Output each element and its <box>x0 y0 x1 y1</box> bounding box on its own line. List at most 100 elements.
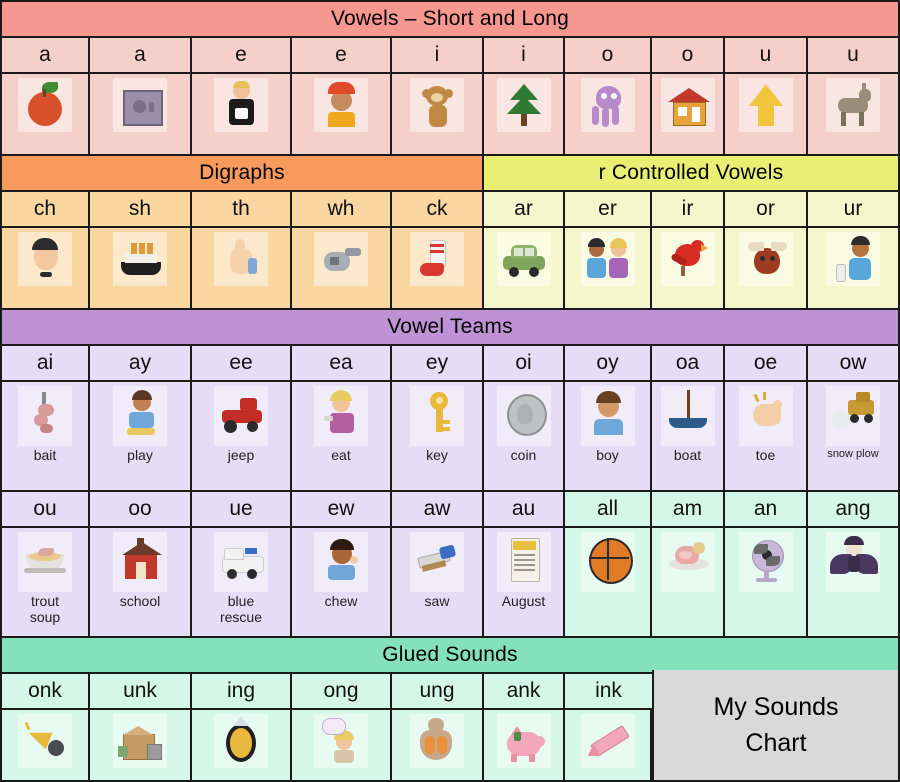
letter-cell-ong[interactable]: ong <box>292 674 392 710</box>
saw-icon <box>410 532 464 592</box>
letter-cell-a[interactable]: a <box>90 38 192 74</box>
letter-cell-sh[interactable]: sh <box>90 192 192 228</box>
picture-cell-ay[interactable]: play <box>90 382 192 492</box>
letter-cell-ung[interactable]: ung <box>392 674 484 710</box>
picture-cell-ar[interactable] <box>484 228 565 310</box>
picture-cell-ew[interactable]: chew <box>292 528 392 638</box>
picture-cell-a[interactable] <box>2 74 90 156</box>
picture-cell-aw[interactable]: saw <box>392 528 484 638</box>
letter-cell-ew[interactable]: ew <box>292 492 392 528</box>
letter-cell-unk[interactable]: unk <box>90 674 192 710</box>
letter-cell-ai[interactable]: ai <box>2 346 90 382</box>
letter-cell-o[interactable]: o <box>565 38 652 74</box>
picture-cell-am[interactable] <box>652 528 725 638</box>
picture-cell-ai[interactable]: bait <box>2 382 90 492</box>
picture-cell-ea[interactable]: eat <box>292 382 392 492</box>
letter-cell-ea[interactable]: ea <box>292 346 392 382</box>
letter-cell-ink[interactable]: ink <box>565 674 652 710</box>
picture-cell-o[interactable] <box>565 74 652 156</box>
letter-cell-er[interactable]: er <box>565 192 652 228</box>
letter-cell-wh[interactable]: wh <box>292 192 392 228</box>
letter-cell-oy[interactable]: oy <box>565 346 652 382</box>
letter-cell-i[interactable]: i <box>484 38 565 74</box>
picture-cell-er[interactable] <box>565 228 652 310</box>
letter-cell-am[interactable]: am <box>652 492 725 528</box>
picture-cell-oy[interactable]: boy <box>565 382 652 492</box>
picture-cell-oe[interactable]: toe <box>725 382 808 492</box>
letter-cell-ir[interactable]: ir <box>652 192 725 228</box>
letter-cell-aw[interactable]: aw <box>392 492 484 528</box>
letter-cell-ank[interactable]: ank <box>484 674 565 710</box>
letter-cell-e[interactable]: e <box>292 38 392 74</box>
letter-cell-all[interactable]: all <box>565 492 652 528</box>
letter-cell-u[interactable]: u <box>725 38 808 74</box>
letter-cell-ue[interactable]: ue <box>192 492 292 528</box>
picture-cell-ue[interactable]: blue rescue <box>192 528 292 638</box>
picture-cell-ang[interactable] <box>808 528 898 638</box>
picture-cell-ow[interactable]: snow plow <box>808 382 898 492</box>
picture-cell-ung[interactable] <box>392 710 484 780</box>
letter-cell-ur[interactable]: ur <box>808 192 898 228</box>
letter-cell-ey[interactable]: ey <box>392 346 484 382</box>
letter-cell-onk[interactable]: onk <box>2 674 90 710</box>
picture-cell-ing[interactable] <box>192 710 292 780</box>
picture-cell-unk[interactable] <box>90 710 192 780</box>
letter-cell-e[interactable]: e <box>192 38 292 74</box>
letter-cell-ee[interactable]: ee <box>192 346 292 382</box>
picture-cell-ch[interactable] <box>2 228 90 310</box>
letter-cell-th[interactable]: th <box>192 192 292 228</box>
picture-cell-or[interactable] <box>725 228 808 310</box>
letter-cell-u[interactable]: u <box>808 38 898 74</box>
letter-cell-ing[interactable]: ing <box>192 674 292 710</box>
picture-cell-u[interactable] <box>725 74 808 156</box>
picture-cell-e[interactable] <box>192 74 292 156</box>
letter-cell-oi[interactable]: oi <box>484 346 565 382</box>
picture-cell-oa[interactable]: boat <box>652 382 725 492</box>
picture-cell-u[interactable] <box>808 74 898 156</box>
picture-cell-all[interactable] <box>565 528 652 638</box>
picture-cell-onk[interactable] <box>2 710 90 780</box>
picture-word-label: trout soup <box>29 593 61 625</box>
picture-cell-e[interactable] <box>292 74 392 156</box>
picture-cell-ou[interactable]: trout soup <box>2 528 90 638</box>
picture-cell-ink[interactable] <box>565 710 652 780</box>
letter-cell-au[interactable]: au <box>484 492 565 528</box>
picture-cell-wh[interactable] <box>292 228 392 310</box>
letter-cell-an[interactable]: an <box>725 492 808 528</box>
boy-icon <box>580 386 635 446</box>
picture-cell-i[interactable] <box>392 74 484 156</box>
letter-cell-i[interactable]: i <box>392 38 484 74</box>
picture-cell-ir[interactable] <box>652 228 725 310</box>
picture-cell-a[interactable] <box>90 74 192 156</box>
picture-cell-oi[interactable]: coin <box>484 382 565 492</box>
picture-cell-ong[interactable] <box>292 710 392 780</box>
letter-cell-ay[interactable]: ay <box>90 346 192 382</box>
picture-cell-o[interactable] <box>652 74 725 156</box>
picture-cell-ck[interactable] <box>392 228 484 310</box>
letter-cell-ang[interactable]: ang <box>808 492 898 528</box>
letter-cell-oo[interactable]: oo <box>90 492 192 528</box>
letter-cell-ou[interactable]: ou <box>2 492 90 528</box>
picture-cell-sh[interactable] <box>90 228 192 310</box>
letter-cell-oe[interactable]: oe <box>725 346 808 382</box>
picture-cell-oo[interactable]: school <box>90 528 192 638</box>
letter-cell-ow[interactable]: ow <box>808 346 898 382</box>
picture-cell-au[interactable]: August <box>484 528 565 638</box>
letter-cell-or[interactable]: or <box>725 192 808 228</box>
picture-cell-an[interactable] <box>725 528 808 638</box>
mule-icon <box>826 78 880 132</box>
letter-cell-ar[interactable]: ar <box>484 192 565 228</box>
eat-girl-icon <box>314 386 368 446</box>
picture-cell-ur[interactable] <box>808 228 898 310</box>
picture-cell-ank[interactable] <box>484 710 565 780</box>
picture-cell-ee[interactable]: jeep <box>192 382 292 492</box>
picture-cell-ey[interactable]: key <box>392 382 484 492</box>
safe-icon <box>113 78 167 132</box>
letter-cell-ck[interactable]: ck <box>392 192 484 228</box>
picture-cell-th[interactable] <box>192 228 292 310</box>
picture-cell-i[interactable] <box>484 74 565 156</box>
letter-cell-a[interactable]: a <box>2 38 90 74</box>
letter-cell-ch[interactable]: ch <box>2 192 90 228</box>
letter-cell-oa[interactable]: oa <box>652 346 725 382</box>
letter-cell-o[interactable]: o <box>652 38 725 74</box>
